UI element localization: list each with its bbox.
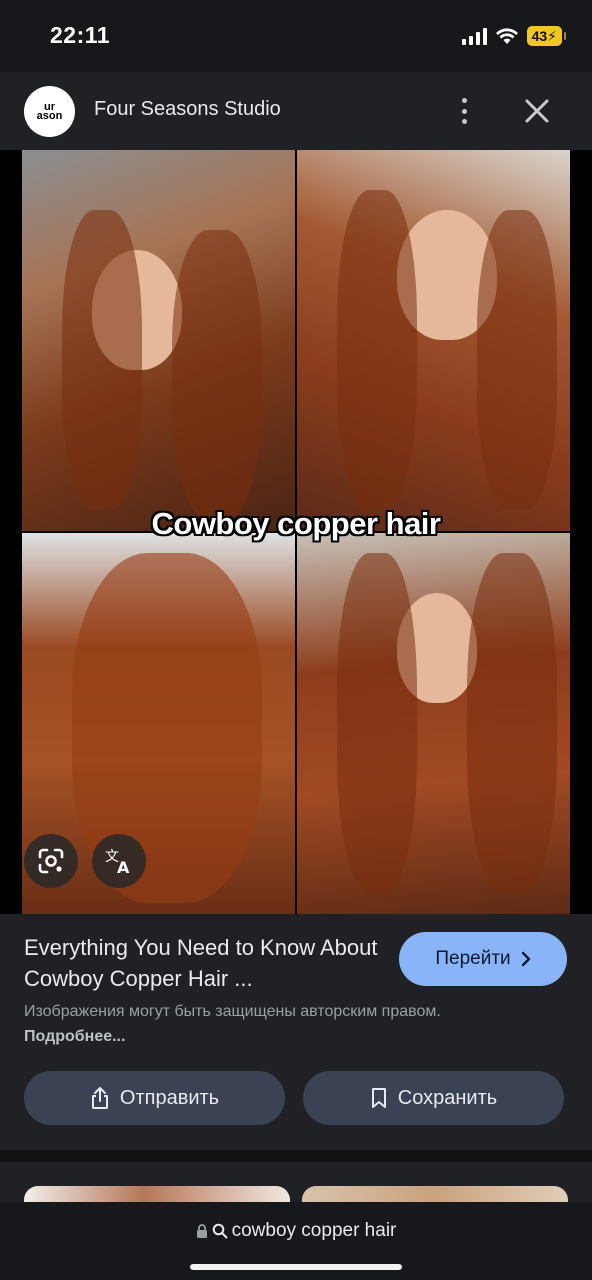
copyright-text: Изображения могут быть защищены авторски…	[24, 1003, 441, 1020]
battery-charging-icon: 43⚡	[526, 26, 567, 46]
bookmark-icon	[371, 1088, 386, 1108]
url-display[interactable]: cowboy copper hair	[0, 1220, 592, 1242]
section-divider	[0, 1150, 592, 1162]
svg-text:A: A	[117, 858, 130, 875]
close-icon[interactable]	[520, 94, 554, 128]
result-title[interactable]: Everything You Need to Know About Cowboy…	[24, 932, 384, 994]
image-caption: Cowboy copper hair	[151, 506, 441, 541]
site-logo[interactable]: ur ason	[24, 86, 75, 137]
search-icon	[212, 1223, 228, 1239]
wifi-icon	[495, 28, 518, 44]
chevron-right-icon	[521, 951, 530, 967]
image-quadrant-1	[22, 150, 295, 531]
google-lens-icon[interactable]	[24, 834, 78, 888]
learn-more-link[interactable]: Подробнее...	[24, 1028, 125, 1045]
related-images-row	[0, 1162, 592, 1202]
battery-level: 43	[531, 28, 548, 44]
status-bar: 22:11 43⚡	[0, 0, 592, 72]
image-viewer[interactable]: Cowboy copper hair 文 A	[0, 150, 592, 914]
site-name[interactable]: Four Seasons Studio	[94, 98, 281, 121]
viewer-header: ur ason Four Seasons Studio	[0, 72, 592, 150]
save-button-label: Сохранить	[397, 1086, 498, 1109]
copyright-notice: Изображения могут быть защищены авторски…	[24, 999, 494, 1049]
translate-icon[interactable]: 文 A	[92, 834, 146, 888]
save-button[interactable]: Сохранить	[303, 1071, 564, 1125]
more-vert-icon[interactable]	[452, 94, 476, 128]
image-quadrant-4	[297, 533, 570, 914]
lock-icon	[196, 1223, 207, 1238]
related-image-thumbnail[interactable]	[24, 1186, 290, 1202]
status-time: 22:11	[50, 22, 111, 48]
address-bar[interactable]: cowboy copper hair	[0, 1202, 592, 1280]
cellular-signal-icon	[461, 27, 487, 45]
home-indicator[interactable]	[190, 1264, 402, 1270]
related-image-thumbnail[interactable]	[302, 1186, 568, 1202]
image-quadrant-2	[297, 150, 570, 531]
share-button[interactable]: Отправить	[24, 1071, 285, 1125]
result-image[interactable]: Cowboy copper hair	[22, 150, 570, 914]
visit-button-label: Перейти	[435, 948, 511, 969]
search-query: cowboy copper hair	[231, 1220, 397, 1241]
visit-button[interactable]: Перейти	[399, 932, 567, 986]
share-button-label: Отправить	[119, 1086, 220, 1109]
result-info-panel: Everything You Need to Know About Cowboy…	[0, 914, 592, 1150]
status-icons: 43⚡	[461, 26, 567, 46]
share-icon	[91, 1087, 108, 1109]
